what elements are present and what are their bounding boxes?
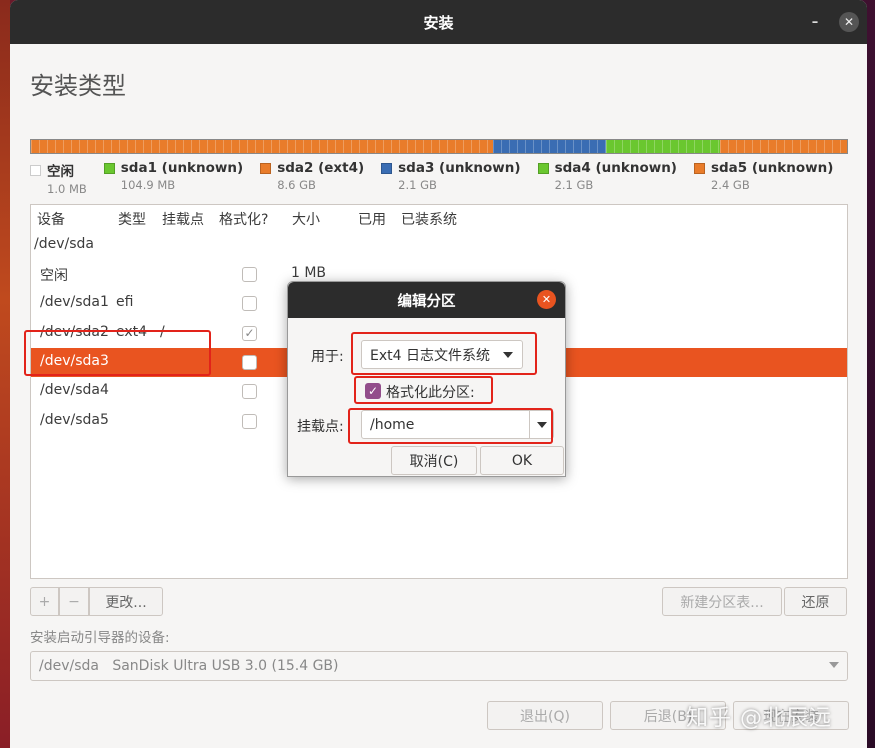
page-title: 安装类型 [30, 72, 126, 100]
partition-legend: 空闲 1.0 MB sda1 (unknown) 104.9 MB sda2 (ext4… [30, 160, 850, 196]
legend-item: sda2 (ext4) 8.6 GB [260, 160, 364, 196]
legend-swatch [260, 162, 272, 174]
new-partition-table-button[interactable]: 新建分区表... [662, 587, 782, 616]
legend-swatch [537, 162, 549, 174]
column-header-used[interactable]: 已用 [358, 209, 386, 229]
row-format-checkbox[interactable] [242, 384, 257, 400]
row-device: 空闲 [40, 268, 68, 284]
annotation-box-mount [348, 408, 553, 444]
legend-item: sda3 (unknown) 2.1 GB [381, 160, 521, 196]
row-format-checkbox[interactable] [242, 296, 257, 312]
partition-bar-segment [492, 140, 607, 153]
column-header-type[interactable]: 类型 [118, 209, 146, 229]
revert-button[interactable]: 还原 [784, 587, 847, 616]
annotation-box-use-as [351, 332, 537, 375]
bootloader-label: 安装启动引导器的设备: [30, 630, 170, 646]
column-header-os[interactable]: 已装系统 [401, 209, 457, 229]
legend-name: sda5 (unknown) [710, 160, 834, 176]
row-size: 1 MB [291, 265, 327, 281]
annotation-box-format [354, 376, 493, 404]
legend-size: 8.6 GB [277, 178, 316, 192]
watermark: 知乎 @北辰远 [686, 706, 832, 731]
partition-actions: + − 更改... [30, 587, 163, 616]
row-format-checkbox[interactable] [242, 267, 257, 282]
dialog-title-bar: 编辑分区 ✕ [288, 282, 565, 318]
legend-size: 104.9 MB [120, 178, 176, 192]
column-header-device[interactable]: 设备 [37, 209, 65, 229]
row-format-checkbox[interactable] [242, 413, 257, 429]
cancel-button[interactable]: 取消(C) [391, 446, 477, 475]
legend-name: sda1 (unknown) [120, 160, 244, 176]
row-device: /dev/sda5 [40, 411, 109, 428]
table-row-disk[interactable]: /dev/sda [31, 231, 847, 260]
legend-name: sda3 (unknown) [398, 160, 521, 176]
legend-swatch [103, 162, 115, 174]
column-header-size[interactable]: 大小 [292, 209, 320, 229]
legend-item: sda1 (unknown) 104.9 MB [103, 160, 244, 196]
chevron-down-icon [829, 662, 839, 668]
legend-item: 空闲 1.0 MB [30, 160, 87, 196]
use-as-label: 用于: [311, 349, 344, 365]
desktop-background [0, 0, 10, 748]
remove-partition-button[interactable]: − [59, 587, 89, 616]
dialog-title: 编辑分区 [397, 293, 456, 310]
legend-size: 1.0 MB [47, 182, 87, 196]
legend-size: 2.1 GB [554, 178, 594, 192]
partition-bar-segment [31, 140, 493, 153]
minimize-icon[interactable]: – [805, 12, 825, 32]
legend-name: sda4 (unknown) [554, 160, 677, 176]
bootloader-device-select[interactable]: /dev/sda SanDisk Ultra USB 3.0 (15.4 GB) [30, 651, 848, 681]
legend-swatch [693, 162, 705, 174]
row-format-checkbox[interactable] [242, 354, 257, 370]
mount-point-label: 挂载点: [297, 419, 344, 435]
row-format-checkbox[interactable]: ✓ [242, 325, 257, 341]
close-icon[interactable]: ✕ [537, 290, 556, 309]
column-header-mount[interactable]: 挂载点 [162, 209, 204, 229]
legend-item: sda4 (unknown) 2.1 GB [537, 160, 677, 196]
row-device: /dev/sda1 [40, 294, 109, 311]
row-type: efi [116, 294, 134, 311]
change-partition-button[interactable]: 更改... [89, 587, 163, 616]
legend-swatch [381, 162, 393, 174]
ok-button[interactable]: OK [480, 446, 564, 475]
close-icon[interactable]: ✕ [839, 12, 859, 32]
annotation-box-row [24, 330, 211, 376]
partition-bar [30, 139, 848, 154]
window-title: 安装 [423, 13, 454, 32]
column-header-format[interactable]: 格式化? [219, 209, 268, 229]
bootloader-device-value: /dev/sda SanDisk Ultra USB 3.0 (15.4 GB) [39, 658, 339, 674]
row-device: /dev/sda4 [40, 382, 109, 399]
add-partition-button[interactable]: + [30, 587, 59, 616]
quit-button[interactable]: 退出(Q) [487, 701, 603, 730]
legend-name: 空闲 [47, 164, 74, 180]
legend-name: sda2 (ext4) [277, 160, 365, 176]
partition-bar-segment [719, 140, 847, 153]
legend-swatch [30, 164, 41, 176]
legend-size: 2.4 GB [710, 178, 750, 192]
disk-device: /dev/sda [34, 236, 94, 252]
partition-bar-segment [606, 140, 720, 153]
legend-item: sda5 (unknown) 2.4 GB [693, 160, 834, 196]
title-bar: 安装 – ✕ [10, 0, 867, 44]
legend-size: 2.1 GB [398, 178, 437, 192]
